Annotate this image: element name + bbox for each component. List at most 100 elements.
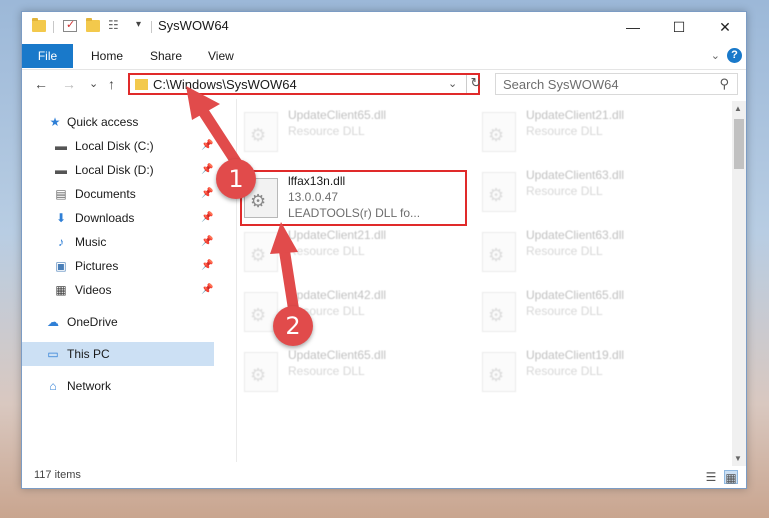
address-row: ← → ⌄ ↑ C:\Windows\SysWOW64 ⌄ ↻ Search S…	[22, 69, 746, 100]
close-button[interactable]: ✕	[702, 12, 748, 42]
file-name: UpdateClient65.dll	[526, 288, 625, 302]
sidebar-item-label: Local Disk (D:)	[75, 163, 154, 177]
tab-file[interactable]: File	[22, 44, 73, 68]
gear-icon: ⚙	[250, 245, 267, 265]
sidebar-item-label: Downloads	[75, 211, 135, 225]
sidebar-item-downloads[interactable]: ⬇ Downloads 📌	[22, 206, 214, 230]
file-tile[interactable]: ⚙ UpdateClient21.dll Resource DLL	[242, 226, 458, 278]
vertical-scrollbar[interactable]: ▲ ▼	[732, 101, 746, 466]
sidebar-item-pictures[interactable]: ▣ Pictures 📌	[22, 254, 214, 278]
file-name: UpdateClient65.dll	[288, 108, 387, 122]
pin-icon[interactable]: 📌	[201, 230, 213, 254]
sidebar-item-label: OneDrive	[67, 315, 118, 329]
refresh-button[interactable]: ↻	[466, 75, 483, 93]
tab-home[interactable]: Home	[91, 44, 123, 68]
sidebar-item-label: Documents	[75, 187, 136, 201]
address-path[interactable]: C:\Windows\SysWOW64	[153, 77, 297, 92]
toolbar-separator	[151, 21, 152, 33]
file-tile[interactable]: ⚙ UpdateClient65.dll Resource DLL	[480, 286, 696, 338]
computer-icon: ▭	[47, 347, 59, 361]
toolbar-separator	[53, 21, 54, 33]
sidebar-item-videos[interactable]: ▦ Videos 📌	[22, 278, 214, 302]
properties-icon[interactable]	[63, 18, 77, 32]
navigation-pane: ★ Quick access ▬ Local Disk (C:) 📌 ▬ Loc…	[22, 106, 214, 446]
scroll-thumb[interactable]	[734, 119, 744, 169]
sidebar-item-this-pc[interactable]: ▭ This PC	[22, 342, 214, 366]
pin-icon[interactable]: 📌	[201, 206, 213, 230]
sidebar-item-music[interactable]: ♪ Music 📌	[22, 230, 214, 254]
pane-divider[interactable]	[236, 99, 237, 462]
pin-icon[interactable]: 📌	[201, 182, 213, 206]
file-name: UpdateClient63.dll	[526, 168, 625, 182]
search-input[interactable]: Search SysWOW64 ⚲	[495, 73, 738, 95]
address-dropdown-icon[interactable]: ⌄	[448, 77, 457, 90]
sidebar-item-local-disk-d[interactable]: ▬ Local Disk (D:) 📌	[22, 158, 214, 182]
sidebar-item-label: Quick access	[67, 115, 139, 129]
new-folder-icon[interactable]	[86, 18, 100, 32]
address-bar[interactable]: C:\Windows\SysWOW64 ⌄ ↻	[128, 73, 483, 95]
status-bar: 117 items ☰ ▦	[22, 467, 746, 489]
file-tile[interactable]: ⚙ UpdateClient63.dll Resource DLL	[480, 166, 696, 218]
sidebar-item-label: Music	[75, 235, 107, 249]
ribbon-tabs: File Home Share View ⌄ ?	[22, 44, 746, 68]
pin-icon[interactable]: 📌	[201, 158, 213, 182]
explorer-window: ☷ ▾ SysWOW64 — ☐ ✕ File Home Share View …	[21, 11, 747, 489]
pin-icon[interactable]: 📌	[201, 278, 213, 302]
sidebar-item-local-disk-c[interactable]: ▬ Local Disk (C:) 📌	[22, 134, 214, 158]
music-icon: ♪	[58, 235, 64, 249]
sidebar-item-label: Videos	[75, 283, 112, 297]
gear-icon: ⚙	[250, 365, 267, 385]
file-type: Resource DLL	[288, 124, 365, 138]
file-name: UpdateClient42.dll	[288, 288, 387, 302]
dll-file-icon: ⚙	[482, 292, 516, 332]
file-type: Resource DLL	[288, 364, 365, 378]
file-type: Resource DLL	[526, 124, 603, 138]
file-tile[interactable]: ⚙ UpdateClient21.dll Resource DLL	[480, 106, 696, 158]
scroll-down-icon[interactable]: ▼	[734, 454, 742, 463]
gear-icon: ⚙	[488, 185, 505, 205]
file-name: UpdateClient21.dll	[526, 108, 625, 122]
item-count: 117 items	[34, 469, 81, 481]
customize-toolbar-icon[interactable]: ☷	[108, 18, 122, 32]
help-icon[interactable]: ?	[727, 48, 742, 63]
star-icon: ★	[49, 115, 61, 129]
sidebar-item-documents[interactable]: ▤ Documents 📌	[22, 182, 214, 206]
sidebar-item-quick-access[interactable]: ★ Quick access	[22, 110, 214, 134]
file-type: Resource DLL	[526, 184, 603, 198]
file-tile[interactable]: ⚙ UpdateClient19.dll Resource DLL	[480, 346, 696, 398]
minimize-button[interactable]: —	[610, 12, 656, 42]
maximize-button[interactable]: ☐	[656, 12, 702, 42]
recent-locations-button[interactable]: ⌄	[89, 77, 98, 90]
back-button[interactable]: ←	[34, 76, 48, 92]
details-view-icon[interactable]: ☰	[704, 470, 718, 484]
gear-icon: ⚙	[488, 305, 505, 325]
pin-icon[interactable]: 📌	[201, 254, 213, 278]
search-icon[interactable]: ⚲	[719, 76, 729, 92]
step-2-badge: 2	[273, 306, 313, 346]
network-icon: ⌂	[49, 379, 57, 393]
tab-share[interactable]: Share	[150, 44, 182, 68]
videos-icon: ▦	[55, 283, 67, 297]
file-type: Resource DLL	[288, 244, 365, 258]
tab-view[interactable]: View	[208, 44, 234, 68]
sidebar-item-label: This PC	[67, 347, 110, 361]
dll-file-icon: ⚙	[244, 352, 278, 392]
cloud-icon: ☁	[47, 315, 59, 329]
toolbar-dropdown-icon[interactable]: ▾	[136, 19, 150, 31]
highlight-box-file	[240, 170, 467, 226]
pin-icon[interactable]: 📌	[201, 134, 213, 158]
gear-icon: ⚙	[488, 365, 505, 385]
file-tile[interactable]: ⚙ UpdateClient63.dll Resource DLL	[480, 226, 696, 278]
sidebar-item-network[interactable]: ⌂ Network	[22, 374, 214, 398]
file-tile[interactable]: ⚙ UpdateClient65.dll Resource DLL	[242, 346, 458, 398]
folder-icon	[32, 18, 46, 32]
file-type: Resource DLL	[526, 364, 603, 378]
scroll-up-icon[interactable]: ▲	[734, 104, 742, 113]
sidebar-item-onedrive[interactable]: ☁ OneDrive	[22, 310, 214, 334]
up-button[interactable]: ↑	[108, 76, 115, 92]
file-tile[interactable]: ⚙ UpdateClient65.dll Resource DLL	[242, 106, 458, 158]
file-name: UpdateClient65.dll	[288, 348, 387, 362]
large-icons-view-icon[interactable]: ▦	[724, 470, 738, 485]
forward-button[interactable]: →	[62, 76, 76, 92]
ribbon-expand-icon[interactable]: ⌄	[711, 49, 720, 62]
